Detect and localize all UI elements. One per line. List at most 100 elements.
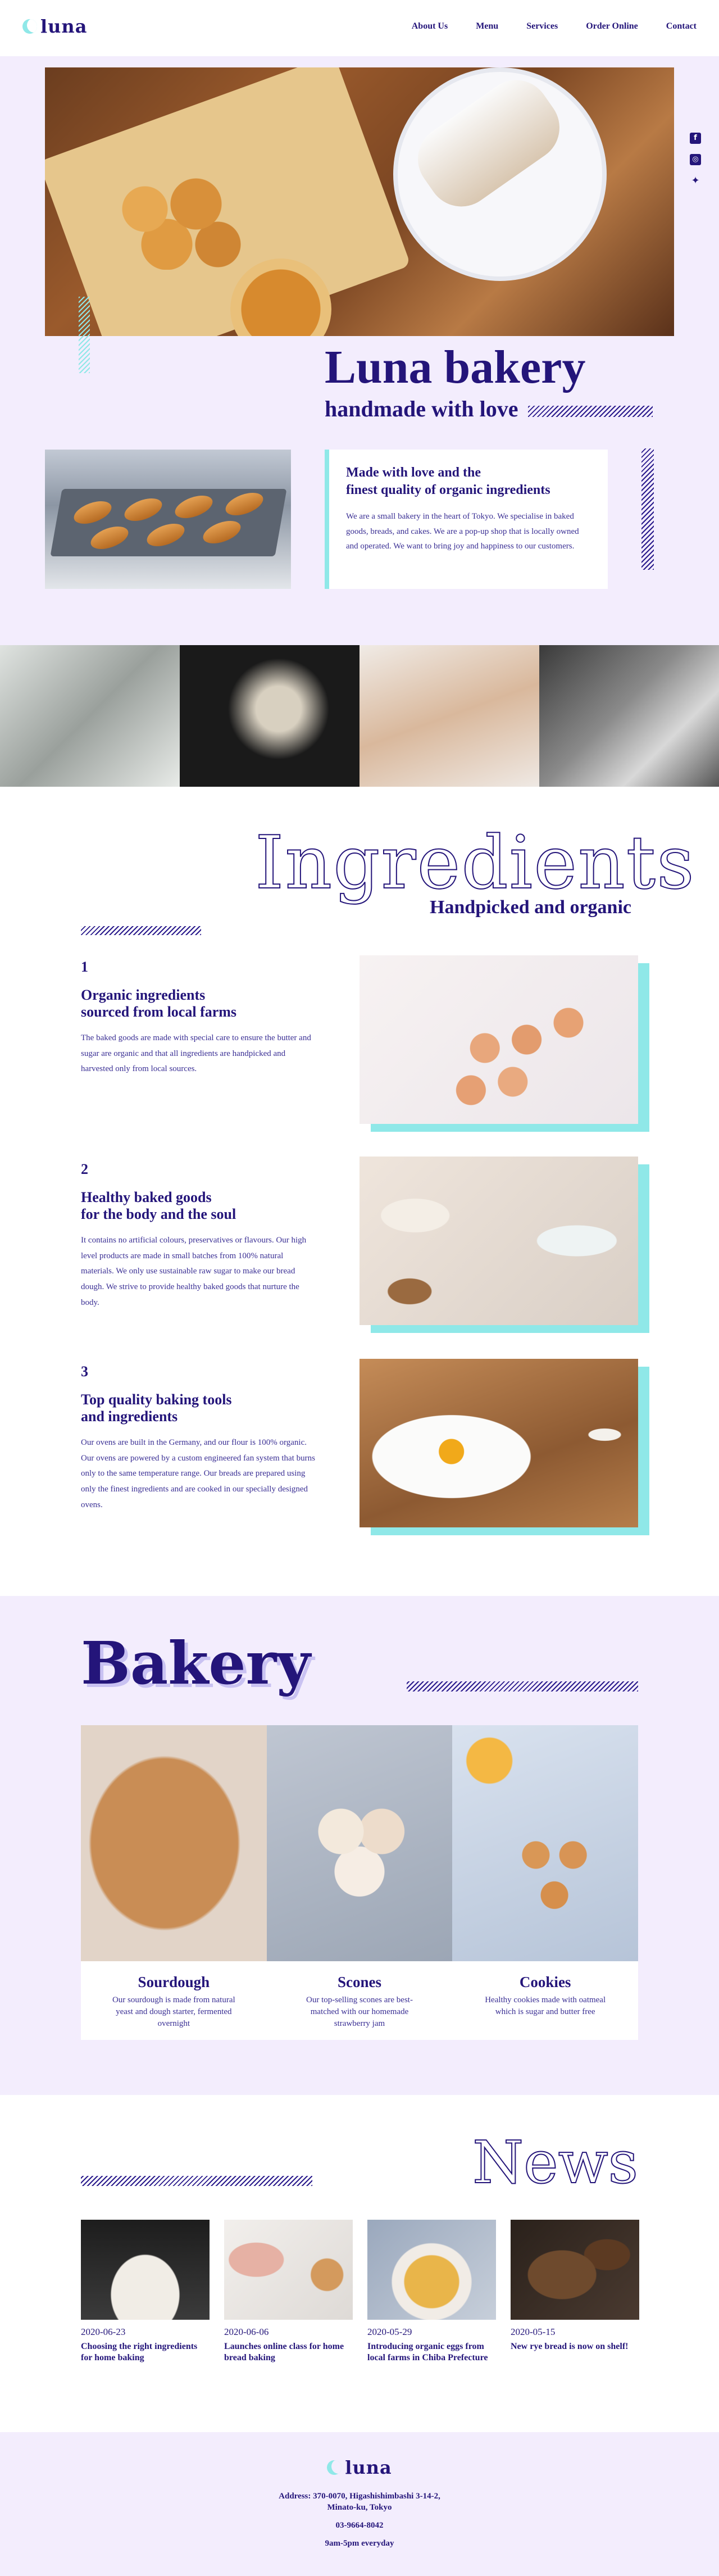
footer-hours: 9am-5pm everyday — [325, 2539, 394, 2548]
item-heading-line: sourced from local farms — [81, 1003, 237, 1020]
croissant-image — [45, 450, 291, 589]
twitter-icon[interactable]: ✦ — [690, 175, 701, 187]
about-title-line: finest quality of organic ingredients — [346, 483, 550, 498]
news-headline[interactable]: Launches online class for home bread bak… — [224, 2341, 353, 2364]
news-item[interactable]: 2020-06-23 Choosing the right ingredient… — [81, 2220, 210, 2364]
facebook-icon[interactable]: f — [690, 133, 701, 144]
ingredients-title: Ingredients — [254, 820, 695, 905]
nav-services[interactable]: Services — [526, 21, 558, 31]
item-heading-line: and ingredients — [81, 1408, 178, 1425]
hero-image — [45, 67, 674, 336]
item-text: It contains no artificial colours, prese… — [81, 1235, 307, 1307]
cookies-photo — [452, 1725, 639, 1961]
ingredients-subtitle: Handpicked and organic — [430, 897, 631, 918]
item-text: Our ovens are built in the Germany, and … — [81, 1437, 315, 1509]
decorative-hatch — [528, 406, 653, 417]
news-headline[interactable]: Choosing the right ingredients for home … — [81, 2341, 210, 2364]
news-item[interactable]: 2020-06-06 Launches online class for hom… — [224, 2220, 353, 2364]
about-title-line: Made with love and the — [346, 465, 481, 480]
product-desc: Our sourdough is made from natural yeast… — [112, 1996, 235, 2028]
bakery-card[interactable]: Scones Our top-selling scones are best-m… — [266, 1725, 453, 2040]
site-footer: luna Address: 370-0070, Higashishimbashi… — [0, 2432, 719, 2576]
news-item[interactable]: 2020-05-15 New rye bread is now on shelf… — [511, 2220, 639, 2364]
item-number: 2 — [81, 1161, 88, 1177]
nav-menu[interactable]: Menu — [476, 21, 498, 31]
bakery-card[interactable]: Cookies Healthy cookies made with oatmea… — [452, 1725, 639, 2040]
nav-contact[interactable]: Contact — [666, 21, 697, 31]
footer-logo[interactable]: luna — [0, 2457, 719, 2478]
decorative-hatch — [81, 2176, 312, 2186]
decorative-hatch — [81, 926, 201, 935]
hero-subtitle: handmade with love — [325, 396, 518, 421]
about-title: Made with love and the finest quality of… — [346, 464, 591, 499]
bakery-card[interactable]: Sourdough Our sourdough is made from nat… — [81, 1725, 267, 2040]
dough-mixing-photo — [539, 645, 719, 787]
news-date: 2020-05-29 — [367, 2326, 412, 2337]
item-heading-line: Healthy baked goods — [81, 1189, 212, 1205]
sourdough-photo — [81, 1725, 267, 1961]
logo-text: luna — [345, 2457, 392, 2478]
flour-hand-photo — [180, 645, 360, 787]
news-photo — [224, 2220, 353, 2320]
scones-photo — [266, 1725, 453, 1961]
item-heading: Top quality baking tools and ingredients — [81, 1391, 317, 1425]
main-nav: About Us Menu Services Order Online Cont… — [412, 21, 697, 31]
footer-phone: 03-9664-8042 — [335, 2521, 384, 2530]
ingredient-item: 3 Top quality baking tools and ingredien… — [81, 1363, 317, 1513]
product-name: Cookies — [519, 1974, 571, 1990]
news-date: 2020-06-06 — [224, 2326, 269, 2337]
item-heading: Healthy baked goods for the body and the… — [81, 1189, 317, 1223]
about-text: We are a small bakery in the heart of To… — [346, 512, 579, 551]
nav-about-us[interactable]: About Us — [412, 21, 448, 31]
news-date: 2020-05-15 — [511, 2326, 556, 2337]
eggs-photo — [360, 955, 638, 1124]
product-desc: Healthy cookies made with oatmeal which … — [485, 1996, 606, 2016]
news-headline[interactable]: Introducing organic eggs from local farm… — [367, 2341, 496, 2364]
news-item[interactable]: 2020-05-29 Introducing organic eggs from… — [367, 2220, 496, 2364]
item-number: 3 — [81, 1363, 88, 1380]
product-desc: Our top-selling scones are best-matched … — [306, 1996, 413, 2028]
bakery-cards: Sourdough Our sourdough is made from nat… — [81, 1725, 639, 2040]
flour-egg-photo — [360, 1359, 638, 1527]
about-card: Made with love and the finest quality of… — [325, 450, 608, 589]
product-name: Sourdough — [138, 1974, 210, 1990]
ingredient-item: 2 Healthy baked goods for the body and t… — [81, 1161, 317, 1311]
instagram-icon[interactable]: ◎ — [690, 154, 701, 165]
moon-icon — [327, 2460, 342, 2475]
item-heading: Organic ingredients sourced from local f… — [81, 987, 317, 1021]
kneading-photo — [360, 645, 539, 787]
jars-photo — [360, 1157, 638, 1325]
news-date: 2020-06-23 — [81, 2326, 126, 2337]
footer-address: Address: 370-0070, Higashishimbashi 3-14… — [279, 2492, 440, 2501]
news-headline[interactable]: New rye bread is now on shelf! — [511, 2341, 639, 2352]
item-number: 1 — [81, 959, 88, 975]
ingredient-image — [360, 955, 649, 1132]
hero-title: Luna bakery — [325, 341, 586, 393]
product-name: Scones — [338, 1974, 382, 1990]
news-photo — [511, 2220, 639, 2320]
item-text: The baked goods are made with special ca… — [81, 1033, 311, 1074]
decorative-hatch — [641, 448, 654, 570]
ingredient-item: 1 Organic ingredients sourced from local… — [81, 959, 317, 1077]
site-header: luna About Us Menu Services Order Online… — [0, 0, 719, 56]
news-photo — [81, 2220, 210, 2320]
news-list: 2020-06-23 Choosing the right ingredient… — [81, 2220, 639, 2364]
decorative-hatch — [79, 297, 90, 373]
moon-icon — [22, 19, 37, 34]
decorative-hatch — [407, 1681, 638, 1691]
item-heading-line: Top quality baking tools — [81, 1391, 232, 1408]
news-title: News — [472, 2128, 639, 2197]
ingredient-image — [360, 1359, 649, 1535]
logo-text: luna — [40, 16, 88, 37]
bakery-title: Bakery — [81, 1629, 311, 1698]
item-heading-line: Organic ingredients — [81, 987, 206, 1003]
buns-graphic — [101, 169, 247, 270]
ingredient-image — [360, 1157, 649, 1333]
nav-order-online[interactable]: Order Online — [586, 21, 638, 31]
item-heading-line: for the body and the soul — [81, 1205, 236, 1222]
social-links: f ◎ ✦ — [690, 133, 701, 187]
footer-address: Minato-ku, Tokyo — [327, 2503, 392, 2512]
news-photo — [367, 2220, 496, 2320]
logo[interactable]: luna — [22, 16, 87, 37]
photo-strip — [0, 645, 719, 787]
